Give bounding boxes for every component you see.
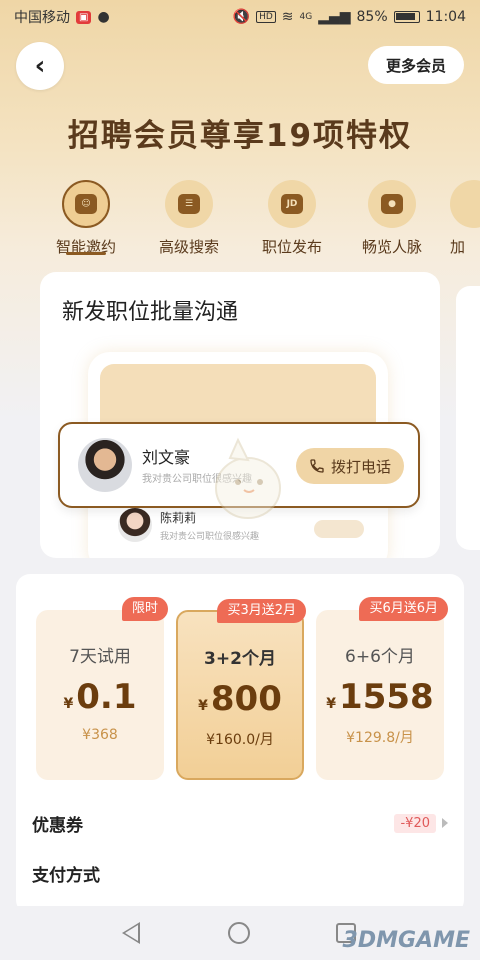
plan-option-trial[interactable]: 限时 7天试用 ¥0.1 ¥368 bbox=[36, 597, 168, 780]
page-title: 招聘会员尊享19项特权 bbox=[67, 118, 413, 154]
tab-label: 高级搜索 bbox=[158, 238, 219, 256]
signal-icon: ▂▄▆ bbox=[318, 9, 351, 25]
call-label: 拨打电话 bbox=[330, 457, 391, 476]
back-button[interactable]: ‹ bbox=[16, 42, 64, 90]
plans-card: 限时 7天试用 ¥0.1 ¥368 买3月送2月 3+2个月 ¥800 ¥160… bbox=[16, 574, 464, 914]
jd-briefcase-icon: JD bbox=[268, 180, 316, 228]
mute-icon: 🔇 bbox=[232, 9, 251, 25]
coupon-value: -¥20 bbox=[394, 813, 436, 833]
plan-monthly-price: ¥160.0/月 bbox=[206, 732, 274, 748]
coupon-label: 优惠券 bbox=[32, 815, 83, 836]
tab-label: 畅览人脉 bbox=[361, 238, 422, 256]
plan-tag: 买3月送2月 bbox=[217, 599, 306, 623]
coupon-row[interactable]: 优惠券 -¥20 bbox=[32, 808, 448, 838]
search-list-icon: ☰ bbox=[165, 180, 213, 228]
tab-more-partial[interactable]: 加 bbox=[450, 180, 480, 257]
plan-tag: 买6月送6月 bbox=[359, 597, 448, 621]
payment-method-row[interactable]: 支付方式 bbox=[32, 858, 448, 888]
mascot-watermark-icon bbox=[215, 437, 281, 519]
active-tab-indicator bbox=[66, 252, 106, 255]
plan-name: 6+6个月 bbox=[345, 647, 415, 667]
feature-title: 新发职位批量沟通 bbox=[62, 300, 239, 325]
plan-price: ¥800 bbox=[198, 679, 282, 719]
watermark-logo: 3DMGAME bbox=[342, 928, 470, 953]
contact-message: 我对贵公司职位很感兴趣 bbox=[160, 531, 260, 542]
plan-name: 3+2个月 bbox=[204, 649, 276, 669]
battery-icon bbox=[393, 11, 420, 23]
nav-home-icon[interactable] bbox=[228, 922, 250, 944]
clock: 11:04 bbox=[425, 9, 466, 25]
battery-percent: 85% bbox=[356, 9, 388, 25]
chevron-left-icon: ‹ bbox=[34, 51, 46, 81]
avatar bbox=[78, 438, 132, 492]
plan-monthly-price: ¥129.8/月 bbox=[346, 730, 414, 746]
wechat-icon: ● bbox=[97, 9, 110, 25]
plan-option-3-plus-2[interactable]: 买3月送2月 3+2个月 ¥800 ¥160.0/月 bbox=[176, 599, 306, 780]
person-icon: ● bbox=[368, 180, 416, 228]
chat-robot-icon: ☺ bbox=[62, 180, 110, 228]
tab-label: 加 bbox=[450, 238, 466, 256]
tab-browse-network[interactable]: ● 畅览人脉 bbox=[342, 180, 442, 257]
status-bar: 中国移动 ▣ ● 🔇 HD ≋ 4G ▂▄▆ 85% 11:04 bbox=[0, 0, 480, 34]
call-button[interactable]: 拨打电话 bbox=[296, 448, 404, 484]
more-membership-button[interactable]: 更多会员 bbox=[367, 46, 464, 84]
partial-icon bbox=[450, 180, 480, 228]
plan-name: 7天试用 bbox=[69, 647, 131, 667]
plan-original-price: ¥368 bbox=[82, 727, 118, 743]
contact-name: 刘文豪 bbox=[142, 448, 191, 467]
tab-smart-invite[interactable]: ☺ 智能邀约 bbox=[36, 180, 136, 257]
hd-icon: HD bbox=[256, 11, 276, 23]
app-notification-icon: ▣ bbox=[76, 10, 92, 24]
carrier-label: 中国移动 bbox=[14, 10, 70, 26]
wifi-icon: ≋ bbox=[281, 9, 294, 25]
chevron-right-icon bbox=[442, 818, 448, 828]
tab-job-posting[interactable]: JD 职位发布 bbox=[242, 180, 342, 257]
tab-advanced-search[interactable]: ☰ 高级搜索 bbox=[139, 180, 239, 257]
avatar bbox=[118, 508, 152, 542]
network-label: 4G bbox=[299, 12, 313, 22]
plan-price: ¥0.1 bbox=[63, 677, 137, 717]
plan-option-6-plus-6[interactable]: 买6月送6月 6+6个月 ¥1558 ¥129.8/月 bbox=[316, 597, 448, 780]
next-feature-card[interactable] bbox=[456, 286, 480, 550]
nav-back-icon[interactable] bbox=[122, 922, 140, 944]
tab-label: 职位发布 bbox=[261, 238, 322, 256]
privilege-tabs: ☺ 智能邀约 ☰ 高级搜索 JD 职位发布 ● 畅览人脉 加 bbox=[0, 180, 480, 260]
plan-price: ¥1558 bbox=[326, 677, 434, 717]
payment-method-label: 支付方式 bbox=[32, 865, 100, 886]
plan-tag: 限时 bbox=[121, 597, 168, 621]
phone-icon bbox=[310, 459, 324, 473]
placeholder-pill bbox=[314, 520, 364, 538]
